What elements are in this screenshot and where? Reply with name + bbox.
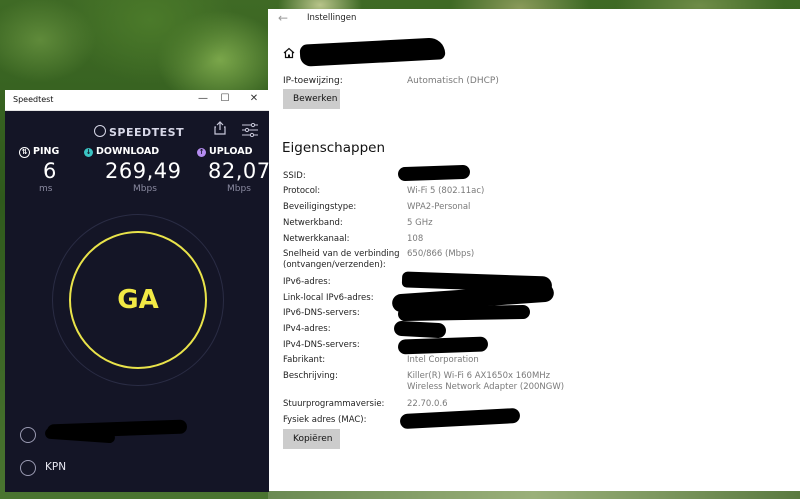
ping-unit: ms xyxy=(39,184,53,194)
property-label-manufacturer: Fabrikant: xyxy=(283,355,326,365)
property-label-mac: Fysiek adres (MAC): xyxy=(283,415,367,425)
property-value-link-speed: 650/866 (Mbps) xyxy=(407,249,475,259)
property-label-link-speed: Snelheid van de verbinding (ontvangen/ve… xyxy=(283,249,400,270)
speedtest-window-title: Speedtest xyxy=(13,95,54,104)
download-icon: ↓ xyxy=(84,148,93,157)
desktop-background-strip xyxy=(268,491,800,499)
property-label-security: Beveiligingstype: xyxy=(283,202,357,212)
ping-label: ⇅ PING xyxy=(19,146,59,158)
go-button[interactable]: GA xyxy=(69,231,207,369)
settings-titlebar: ← Instellingen xyxy=(268,9,800,29)
property-label-channel: Netwerkkanaal: xyxy=(283,234,350,244)
download-value: 269,49 xyxy=(105,159,182,183)
property-value-description: Killer(R) Wi-Fi 6 AX1650x 160MHz Wireles… xyxy=(407,371,565,392)
upload-unit: Mbps xyxy=(227,184,251,194)
ping-icon: ⇅ xyxy=(19,147,30,158)
upload-icon: ↑ xyxy=(197,148,206,157)
property-value-band: 5 GHz xyxy=(407,218,433,228)
property-label-ipv4: IPv4-adres: xyxy=(283,324,331,334)
property-label-link-local-ipv6: Link-local IPv6-adres: xyxy=(283,293,374,303)
wifi-icon xyxy=(20,460,36,476)
properties-heading: Eigenschappen xyxy=(282,140,385,156)
property-label-ipv6: IPv6-adres: xyxy=(283,277,331,287)
property-value-channel: 108 xyxy=(407,234,424,244)
share-icon[interactable] xyxy=(213,121,227,135)
property-label-ipv4-dns: IPv4-DNS-servers: xyxy=(283,340,360,350)
ip-assignment-label: IP-toewijzing: xyxy=(283,76,343,86)
property-label-band: Netwerkband: xyxy=(283,218,343,228)
edit-button[interactable]: Bewerken xyxy=(283,89,340,109)
speedtest-logo-text: SPEEDTEST xyxy=(109,126,185,139)
property-label-ssid: SSID: xyxy=(283,171,306,181)
property-value-protocol: Wi-Fi 5 (802.11ac) xyxy=(407,186,485,196)
minimize-icon[interactable]: — xyxy=(195,92,211,106)
home-icon xyxy=(283,47,295,59)
settings-window-title: Instellingen xyxy=(307,13,357,23)
copy-button[interactable]: Kopiëren xyxy=(283,429,340,449)
back-arrow-icon[interactable]: ← xyxy=(278,11,288,25)
close-icon[interactable]: ✕ xyxy=(246,92,262,106)
speedtest-gauge-icon xyxy=(94,125,106,137)
redacted-network-name xyxy=(299,37,446,67)
sliders-icon[interactable] xyxy=(241,123,259,137)
property-label-protocol: Protocol: xyxy=(283,186,321,196)
property-value-manufacturer: Intel Corporation xyxy=(407,355,479,365)
ping-value: 6 xyxy=(43,159,57,183)
maximize-icon[interactable]: ☐ xyxy=(217,92,233,106)
redacted-mac-address xyxy=(399,407,521,430)
ip-assignment-value: Automatisch (DHCP) xyxy=(407,76,499,86)
download-label-text: DOWNLOAD xyxy=(96,146,160,157)
upload-label: ↑ UPLOAD xyxy=(197,146,252,157)
speedtest-titlebar: Speedtest — ☐ ✕ xyxy=(5,90,269,111)
download-unit: Mbps xyxy=(133,184,157,194)
redacted-ipv6-dns xyxy=(397,304,531,322)
speedtest-logo: SPEEDTEST xyxy=(94,125,184,139)
upload-label-text: UPLOAD xyxy=(209,146,253,157)
download-label: ↓ DOWNLOAD xyxy=(84,146,159,157)
property-label-description: Beschrijving: xyxy=(283,371,338,381)
provider-name: KPN xyxy=(45,461,67,473)
ping-label-text: PING xyxy=(33,146,60,157)
upload-value: 82,07 xyxy=(208,159,271,183)
property-label-driver-version: Stuurprogrammaversie: xyxy=(283,399,385,409)
settings-window: ← Instellingen IP-toewijzing: Automatisc… xyxy=(268,9,800,491)
property-label-ipv6-dns: IPv6-DNS-servers: xyxy=(283,308,360,318)
redacted-ssid xyxy=(397,164,471,182)
speedtest-window: Speedtest — ☐ ✕ SPEEDTEST ⇅ PING 6 ms ↓ DO… xyxy=(5,90,271,492)
redacted-ipv4-address xyxy=(393,320,447,339)
property-value-security: WPA2-Personal xyxy=(407,202,471,212)
redacted-ipv4-dns xyxy=(397,336,489,355)
globe-icon[interactable] xyxy=(20,427,36,443)
